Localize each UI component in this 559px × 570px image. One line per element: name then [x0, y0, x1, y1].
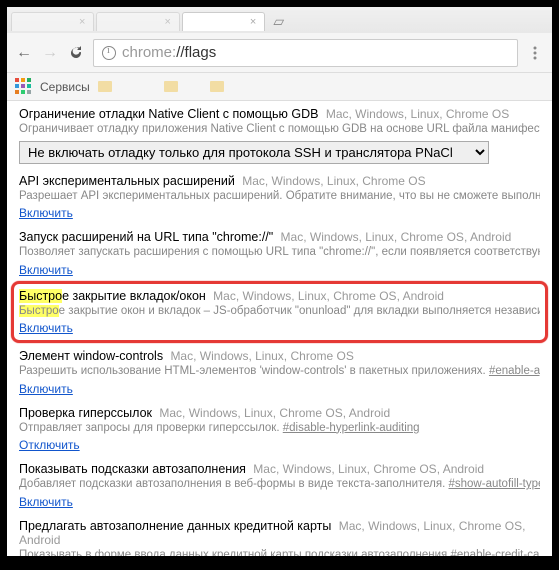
flag-title: Предлагать автозаполнение данных кредитн…: [19, 519, 331, 533]
flag-description: Позволяет запускать расширения с помощью…: [19, 245, 540, 261]
close-icon[interactable]: ×: [250, 16, 256, 28]
flag-title: Быстрое закрытие вкладок/окон: [19, 289, 206, 303]
toolbar: ← → chrome://flags: [7, 33, 552, 73]
reload-button[interactable]: [67, 44, 85, 62]
flag-item: Ограничение отладки Native Client с помо…: [7, 101, 552, 168]
flag-description: Разрешает API экспериментальных расширен…: [19, 189, 540, 205]
flag-title: Ограничение отладки Native Client с помо…: [19, 107, 319, 121]
address-bar[interactable]: chrome://flags: [93, 39, 518, 67]
folder-icon: [210, 81, 224, 92]
bookmark-item[interactable]: [98, 80, 156, 94]
flag-platforms: Mac, Windows, Linux, Chrome OS: [326, 107, 509, 121]
flag-item: Проверка гиперссылок Mac, Windows, Linux…: [7, 400, 552, 457]
flag-item-highlighted: Быстрое закрытие вкладок/окон Mac, Windo…: [7, 281, 552, 344]
flag-item: Предлагать автозаполнение данных кредитн…: [7, 513, 552, 556]
flag-item: API экспериментальных расширений Mac, Wi…: [7, 168, 552, 225]
flag-title: API экспериментальных расширений: [19, 174, 235, 188]
flag-title: Показывать подсказки автозаполнения: [19, 462, 246, 476]
flag-description: Быстрое закрытие окон и вкладок – JS-обр…: [19, 304, 540, 320]
flag-description: Добавляет подсказки автозаполнения в веб…: [19, 477, 540, 493]
page-content: Ограничение отладки Native Client с помо…: [7, 101, 552, 556]
flag-enable-link[interactable]: Включить: [19, 263, 73, 277]
flag-platforms: Mac, Windows, Linux, Chrome OS, Android: [213, 289, 444, 303]
back-button[interactable]: ←: [15, 44, 33, 62]
browser-tab[interactable]: ×: [11, 12, 94, 31]
url-text: chrome://flags: [122, 44, 216, 61]
flag-item: Показывать подсказки автозаполнения Mac,…: [7, 456, 552, 513]
menu-button[interactable]: [526, 44, 544, 62]
flag-title: Запуск расширений на URL типа "chrome://…: [19, 230, 273, 244]
flag-description: Разрешить использование HTML-элементов '…: [19, 364, 540, 380]
site-info-icon[interactable]: [102, 46, 116, 60]
flag-platforms: Mac, Windows, Linux, Chrome OS, Android: [253, 462, 484, 476]
flag-enable-link[interactable]: Включить: [19, 321, 73, 335]
flag-enable-link[interactable]: Включить: [19, 206, 73, 220]
browser-window: × × × ▱ ← → chrome://flags Сервисы: [7, 7, 552, 556]
bookmark-item[interactable]: [164, 80, 202, 94]
close-icon[interactable]: ×: [164, 16, 170, 28]
flag-enable-link[interactable]: Включить: [19, 382, 73, 396]
flag-enable-link[interactable]: Включить: [19, 495, 73, 509]
forward-button[interactable]: →: [41, 44, 59, 62]
flag-platforms: Mac, Windows, Linux, Chrome OS: [242, 174, 425, 188]
flag-title: Проверка гиперссылок: [19, 406, 152, 420]
flag-item: Запуск расширений на URL типа "chrome://…: [7, 224, 552, 281]
flag-platforms: Mac, Windows, Linux, Chrome OS: [170, 349, 353, 363]
bookmark-item[interactable]: [210, 80, 248, 94]
flag-select[interactable]: Не включать отладку только для протокола…: [19, 141, 489, 164]
browser-tab[interactable]: ×: [96, 12, 179, 31]
tab-bar: × × × ▱: [7, 7, 552, 33]
browser-tab-active[interactable]: ×: [182, 12, 265, 31]
flag-title: Элемент window-controls: [19, 349, 163, 363]
folder-icon: [98, 81, 112, 92]
apps-icon[interactable]: [15, 78, 32, 95]
flag-platforms: Mac, Windows, Linux, Chrome OS, Android: [159, 406, 390, 420]
apps-label[interactable]: Сервисы: [40, 80, 90, 94]
new-tab-button[interactable]: ▱: [267, 13, 290, 30]
bookmarks-bar: Сервисы: [7, 73, 552, 101]
flag-platforms: Mac, Windows, Linux, Chrome OS, Android: [281, 230, 512, 244]
flag-description: Ограничивает отладку приложения Native C…: [19, 122, 540, 138]
flag-description: Показывать в форме ввода данных кредитно…: [19, 548, 540, 556]
flag-disable-link[interactable]: Отключить: [19, 438, 80, 452]
folder-icon: [164, 81, 178, 92]
close-icon[interactable]: ×: [79, 16, 85, 28]
flag-item: Элемент window-controls Mac, Windows, Li…: [7, 343, 552, 400]
flag-description: Отправляет запросы для проверки гиперссы…: [19, 421, 540, 437]
